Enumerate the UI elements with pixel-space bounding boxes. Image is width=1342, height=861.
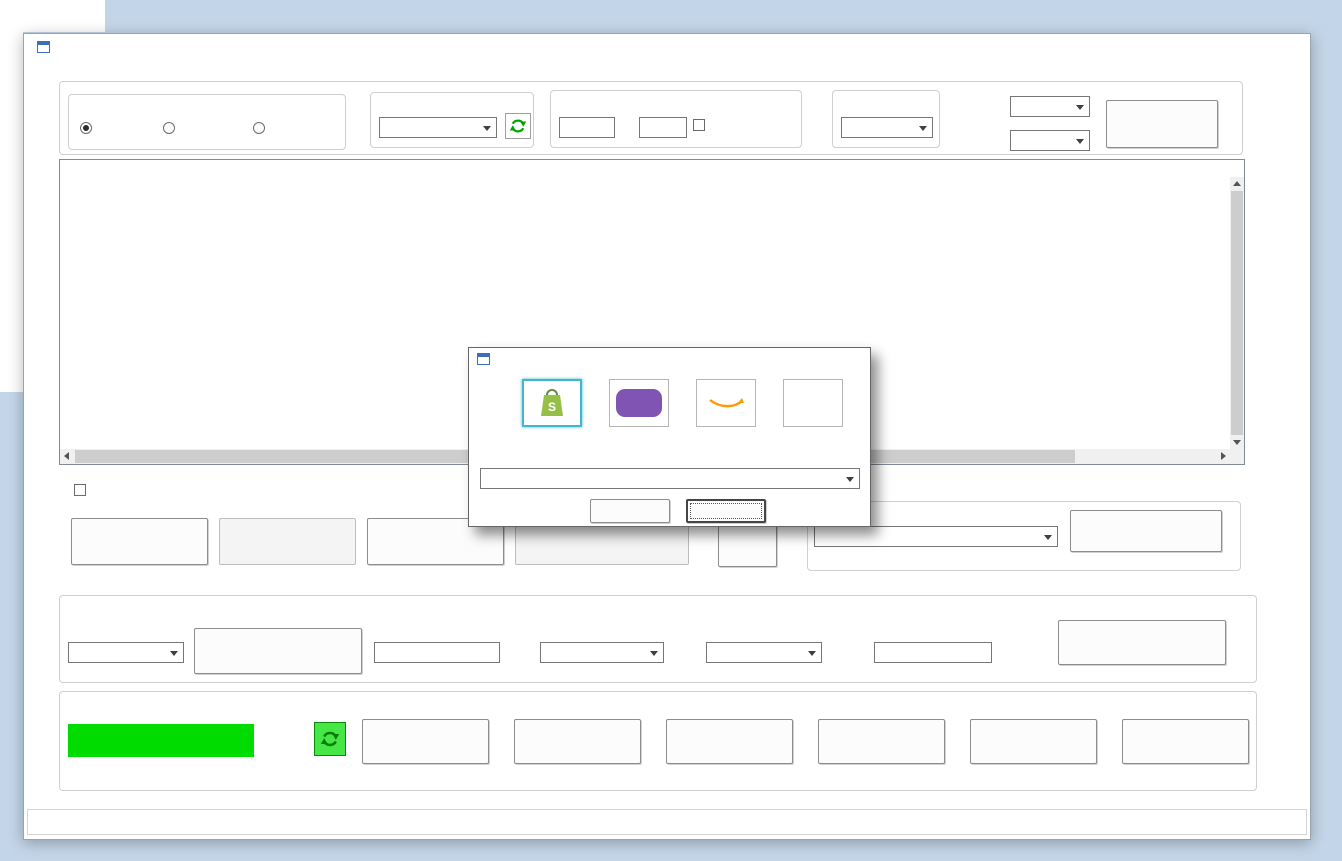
tracking-number-combobox[interactable] <box>379 117 497 138</box>
svg-text:S: S <box>548 400 556 414</box>
order-number-from-input[interactable] <box>559 117 615 138</box>
to-date-combobox[interactable] <box>1010 130 1090 151</box>
refresh-icon <box>509 117 527 135</box>
scrollbar-thumb[interactable] <box>1231 191 1243 435</box>
preview-order-button[interactable] <box>71 518 208 565</box>
ignore-date-range-checkbox[interactable] <box>693 119 705 131</box>
order-status-group <box>832 90 940 148</box>
busy-ecom-connector-window: S <box>23 33 1311 840</box>
shipment-tracking-number-input[interactable] <box>374 642 500 663</box>
close-icon[interactable] <box>1276 36 1298 58</box>
order-status-combobox[interactable] <box>841 117 933 138</box>
refresh-connection-button[interactable] <box>314 722 346 756</box>
shipping-status-combobox[interactable] <box>68 642 184 663</box>
save-as-sales-order-button[interactable] <box>219 518 356 565</box>
freight-paid-input[interactable] <box>874 642 992 663</box>
exit-button[interactable] <box>666 719 793 764</box>
vertical-scrollbar[interactable] <box>1230 177 1244 449</box>
shipping-date-combobox[interactable] <box>540 642 664 663</box>
general-group <box>59 691 1257 791</box>
amazon-smile-icon <box>708 398 744 408</box>
status-bar <box>27 809 1307 835</box>
chevron-down-icon <box>170 651 178 656</box>
order-numbers-group <box>550 90 802 148</box>
chevron-down-icon <box>1076 105 1084 110</box>
flipkart-icon[interactable] <box>783 379 843 427</box>
scroll-right-arrow[interactable] <box>1216 449 1230 463</box>
scroll-left-arrow[interactable] <box>60 449 74 463</box>
fetch-orders-button[interactable] <box>1106 100 1218 148</box>
chevron-down-icon <box>846 477 854 482</box>
chevron-down-icon <box>1076 139 1084 144</box>
chevron-down-icon <box>483 126 491 131</box>
product-sync-button[interactable] <box>362 719 489 764</box>
cancel-button[interactable] <box>686 499 766 523</box>
manage-platforms-button[interactable] <box>818 719 945 764</box>
dialog-icon <box>477 353 490 365</box>
ok-button[interactable] <box>590 499 670 523</box>
order-shipping-details-group <box>59 595 1257 683</box>
desktop: S <box>0 0 1342 861</box>
radio-tracking-id[interactable] <box>253 122 265 134</box>
app-icon <box>37 41 50 53</box>
shopify-bag-icon: S <box>532 383 572 423</box>
close-icon[interactable] <box>844 348 866 370</box>
change-order-status-button[interactable] <box>1070 510 1222 552</box>
scroll-down-arrow[interactable] <box>1230 435 1244 449</box>
chevron-down-icon <box>650 651 658 656</box>
background-window <box>0 0 23 392</box>
chevron-down-icon <box>1044 535 1052 540</box>
test-query-button[interactable] <box>970 719 1097 764</box>
refresh-icon <box>320 729 340 749</box>
courier-partner-combobox[interactable] <box>706 642 822 663</box>
fetch-orders-on-group <box>68 94 346 150</box>
switch-platform-button[interactable] <box>514 719 641 764</box>
scrollbar-corner <box>1230 449 1244 464</box>
chevron-down-icon <box>919 126 927 131</box>
shopify-icon[interactable]: S <box>522 379 582 427</box>
current-platform-badge <box>68 724 254 757</box>
general-settings-button[interactable] <box>1122 719 1249 764</box>
update-all-shipment-details-button[interactable] <box>1058 620 1226 665</box>
woocommerce-icon[interactable] <box>609 379 669 427</box>
from-date-combobox[interactable] <box>1010 96 1090 117</box>
amazon-icon[interactable] <box>696 379 756 427</box>
select-all-checkbox[interactable] <box>74 484 86 496</box>
store-order-status-combobox[interactable] <box>814 526 1058 547</box>
change-shipment-status-button[interactable] <box>194 628 362 674</box>
harness-button[interactable] <box>718 525 777 567</box>
refresh-tracking-button[interactable] <box>505 113 531 139</box>
fetch-orders-group <box>59 81 1243 155</box>
radio-order-number[interactable] <box>163 122 175 134</box>
scroll-up-arrow[interactable] <box>1230 177 1244 191</box>
chevron-down-icon <box>808 651 816 656</box>
title-bar[interactable] <box>24 34 1310 60</box>
tracking-number-group <box>370 92 534 148</box>
select-platform-dialog: S <box>468 347 871 527</box>
radio-order-status[interactable] <box>80 122 92 134</box>
order-number-to-input[interactable] <box>639 117 687 138</box>
store-status-group <box>807 501 1241 571</box>
platform-combobox[interactable] <box>480 468 860 489</box>
